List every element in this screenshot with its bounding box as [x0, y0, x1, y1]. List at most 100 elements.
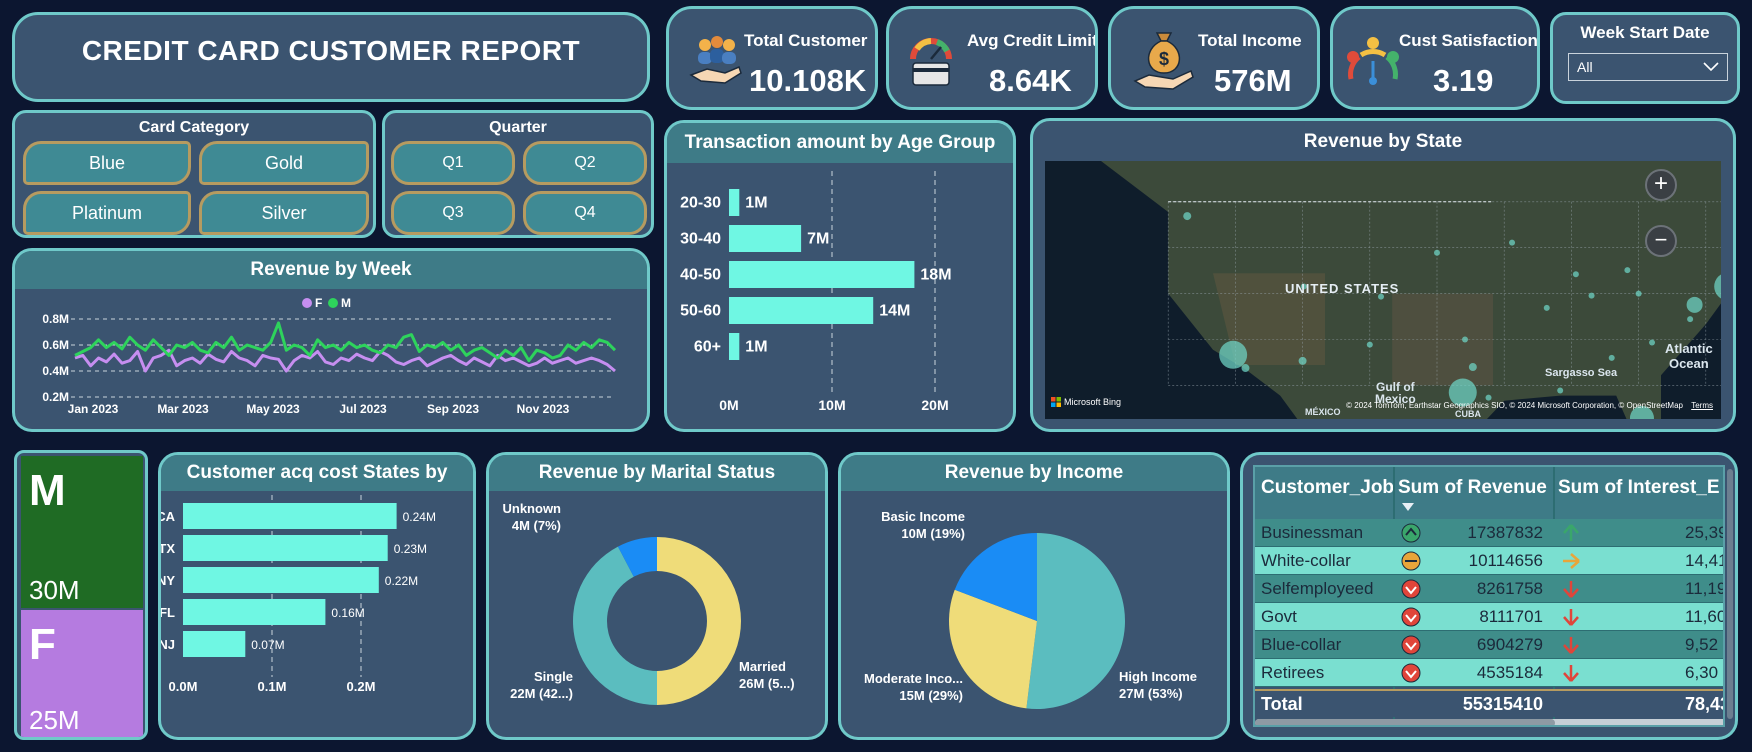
legend-marker: [328, 298, 338, 308]
total-revenue: 55315410: [1462, 694, 1543, 714]
map-zoom-in-button[interactable]: +: [1645, 169, 1677, 201]
y-tick-label: 0.2M: [42, 390, 69, 404]
table-row[interactable]: Blue-collar 6904279 9,52: [1255, 631, 1723, 659]
cell-job: Govt: [1261, 607, 1297, 626]
cell-revenue: 4535184: [1476, 663, 1543, 682]
table-row[interactable]: Businessman 17387832 25,39: [1255, 519, 1723, 547]
quarter-q3[interactable]: Q3: [391, 191, 515, 235]
map-label-atlantic: Atlantic Ocean: [1665, 341, 1713, 371]
x-tick-label: Mar 2023: [157, 402, 209, 416]
table-row[interactable]: White-collar 10114656 14,41: [1255, 547, 1723, 575]
x-tick-label: 0.2M: [347, 679, 376, 694]
x-tick-label: Sep 2023: [427, 402, 479, 416]
scrollbar-thumb[interactable]: [1255, 719, 1555, 725]
tile-value: 25M: [29, 705, 80, 735]
arrow-down-icon: [1563, 665, 1579, 682]
kpi-title: Avg Credit Limit: [967, 31, 1098, 50]
column-header-job[interactable]: Customer_Job: [1261, 477, 1394, 499]
state-revenue-bubble: [1557, 387, 1564, 394]
vertical-scrollbar[interactable]: [1727, 469, 1733, 719]
sort-desc-icon[interactable]: [1402, 503, 1414, 511]
customers-hand-icon: [689, 36, 742, 84]
card-category-silver[interactable]: Silver: [199, 191, 369, 235]
x-tick-label: Jan 2023: [68, 402, 119, 416]
kpi-card-avg-credit-limit: Avg Credit Limit 8.64K: [886, 6, 1098, 110]
category-label: FL: [161, 605, 175, 620]
quarter-q1[interactable]: Q1: [391, 141, 515, 185]
copyright-text: © 2024 TomTom, Earthstar Geographics SIO…: [1346, 401, 1683, 410]
customer-acq-cost-bar-chart: 0.0M 0.1M 0.2M CA 0.24M TX 0.23M NY 0.22M FL 0.16M…: [161, 495, 436, 694]
map-label-mexico: MÉXICO: [1305, 407, 1341, 417]
category-label: CA: [161, 509, 176, 524]
bar: [729, 189, 740, 216]
age-group-chart-panel: Transaction amount by Age Group 0M 10M 20M…: [664, 120, 1016, 432]
revenue-by-state-map-panel: Revenue by State UNITED STATES Gulf of M…: [1030, 118, 1736, 432]
cell-job: Businessman: [1261, 523, 1364, 542]
card-category-gold[interactable]: Gold: [199, 141, 369, 185]
quarter-q2[interactable]: Q2: [523, 141, 647, 185]
slice-value-label: 22M (42...): [510, 686, 573, 701]
column-header-revenue[interactable]: Sum of Revenue: [1398, 477, 1547, 499]
category-label: 60+: [694, 339, 721, 356]
horizontal-scrollbar[interactable]: [1255, 719, 1723, 725]
map-zoom-out-button[interactable]: −: [1645, 225, 1677, 257]
pie-slice: [657, 537, 741, 705]
table-row[interactable]: Govt 8111701 11,60: [1255, 603, 1723, 631]
kpi-title: Total Income: [1198, 31, 1302, 50]
state-revenue-bubble: [1686, 296, 1703, 313]
x-tick-label: May 2023: [246, 402, 300, 416]
map-canvas[interactable]: UNITED STATES Gulf of Mexico Atlantic Oc…: [1045, 161, 1721, 419]
table-viewport[interactable]: Customer_Job Sum of Revenue Sum of Inter…: [1253, 465, 1725, 727]
microsoft-bing-logo: Microsoft Bing: [1051, 397, 1121, 407]
slice-category-label: Single: [534, 669, 573, 684]
data-label: 1M: [745, 339, 767, 356]
legend-label: F: [315, 296, 322, 310]
bar: [183, 631, 246, 657]
cell-job: White-collar: [1261, 551, 1351, 570]
slice-value-label: 10M (19%): [901, 526, 965, 541]
state-revenue-bubble: [1608, 354, 1615, 361]
kpi-value: 576M: [1214, 63, 1292, 98]
category-label: NJ: [161, 637, 175, 652]
slice-category-label: Unknown: [503, 501, 562, 516]
revenue-by-week-line-chart: 0.2M 0.4M 0.6M 0.8M Jan 2023 Mar 2023 May 2023…: [42, 296, 617, 416]
money-bag-hand-icon: $: [1133, 32, 1194, 90]
state-revenue-bubble: [1468, 363, 1477, 372]
kpi-card-cust-satisfaction: Cust Satisfaction.. 3.19: [1330, 6, 1540, 110]
table-row[interactable]: Retirees 4535184 6,30: [1255, 659, 1723, 687]
data-label: 0.07M: [251, 638, 284, 652]
total-row: Total 55315410 78,43: [1255, 689, 1723, 717]
table-row[interactable]: Selfemployeed 8261758 11,19: [1255, 575, 1723, 603]
week-start-date-filter: Week Start Date All: [1550, 12, 1740, 104]
data-label: 18M: [920, 267, 951, 284]
week-start-date-dropdown[interactable]: All: [1568, 53, 1728, 81]
bar: [183, 503, 397, 529]
report-title-panel: CREDIT CARD CUSTOMER REPORT: [12, 12, 650, 102]
status-down-icon: [1401, 607, 1421, 627]
state-revenue-bubble: [1649, 339, 1656, 346]
revenue-by-income-panel: Revenue by Income High Income 27M (53%) Mo…: [838, 452, 1230, 740]
kpi-title: Cust Satisfaction..: [1399, 31, 1540, 50]
status-neutral-icon: [1401, 551, 1421, 571]
quarter-q4[interactable]: Q4: [523, 191, 647, 235]
terms-link[interactable]: Terms: [1691, 401, 1713, 410]
pie-slice: [1026, 533, 1125, 709]
card-category-blue[interactable]: Blue: [23, 141, 191, 185]
y-tick-label: 0.6M: [42, 338, 69, 352]
gender-tile-m[interactable]: M 30M: [21, 456, 143, 608]
cell-interest: 6,30: [1685, 663, 1719, 682]
legend-label: M: [341, 296, 351, 310]
slice-value-label: 26M (5...): [739, 676, 795, 691]
cell-revenue: 17387832: [1467, 523, 1543, 542]
status-down-icon: [1401, 635, 1421, 655]
column-header-interest[interactable]: Sum of Interest_E: [1558, 477, 1720, 499]
dropdown-value: All: [1577, 59, 1593, 75]
status-down-icon: [1401, 579, 1421, 599]
chart-title: Transaction amount by Age Group: [667, 123, 1013, 163]
age-group-bar-chart: 0M 10M 20M 20-30 1M 30-40 7M 40-50 18M 50-60 14M 60…: [680, 171, 952, 413]
arrow-down-icon: [1563, 609, 1579, 626]
gender-tile-f[interactable]: F 25M: [21, 610, 143, 737]
card-category-platinum[interactable]: Platinum: [23, 191, 191, 235]
slice-value-label: 4M (7%): [512, 518, 561, 533]
bar: [183, 535, 388, 561]
